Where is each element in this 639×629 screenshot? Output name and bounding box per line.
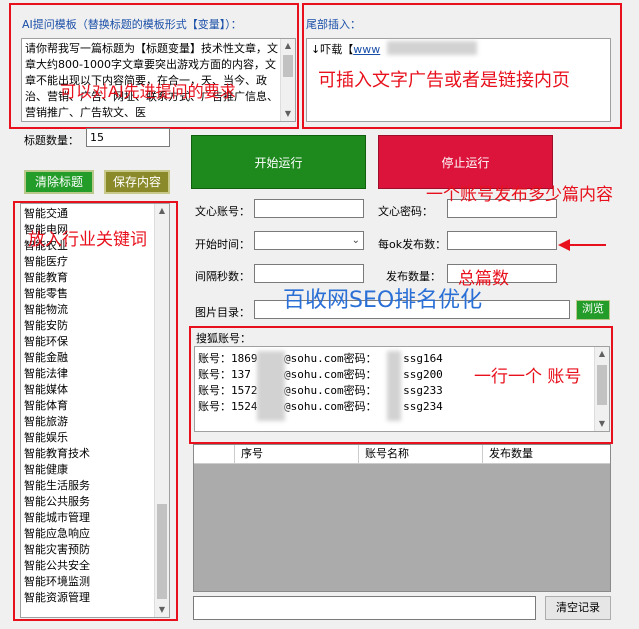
start-button-label: 开始运行 (254, 156, 303, 170)
title-count-label: 标题数量： (24, 134, 79, 147)
keywords-annotation-box (13, 201, 178, 621)
start-time-label: 开始时间： (195, 238, 250, 251)
clear-titles-button[interactable]: 清除标题 (24, 170, 94, 194)
per-account-label: 每ok发布数： (378, 238, 447, 251)
wenxin-account-label: 文心账号： (195, 205, 250, 218)
accounts-annotation-text: 一行一个 账号 (474, 367, 582, 387)
chevron-down-icon[interactable]: ⌄ (352, 232, 360, 249)
start-button[interactable]: 开始运行 (191, 135, 366, 189)
table-header-publish-count[interactable]: 发布数量 (483, 445, 610, 463)
log-input[interactable] (193, 596, 536, 620)
interval-label: 间隔秒数： (195, 270, 250, 283)
clear-records-button[interactable]: 清空记录 (545, 596, 611, 620)
keywords-annotation-text: 放入行业关键词 (28, 230, 147, 250)
title-count-input[interactable]: 15 (86, 128, 170, 147)
per-account-input[interactable] (447, 231, 557, 250)
start-time-select[interactable]: ⌄ (254, 231, 364, 250)
stop-button-label: 停止运行 (441, 156, 490, 170)
interval-input[interactable] (254, 264, 364, 283)
prompt-annotation-text: 可以对AI先进提问的要求 (60, 82, 236, 101)
table-header-index[interactable]: 序号 (235, 445, 359, 463)
table-header-corner (194, 445, 235, 463)
table-header: 序号 账号名称 发布数量 (194, 445, 610, 464)
prompt-annotation-box (9, 3, 299, 129)
footer-annotation-box (302, 3, 622, 129)
per-account-annotation-text: 一个账号发布多少篇内容 (426, 185, 613, 205)
image-dir-label: 图片目录： (195, 306, 250, 319)
arrow-left-icon (558, 238, 608, 252)
wenxin-password-label: 文心密码： (378, 205, 433, 218)
wenxin-account-input[interactable] (254, 199, 364, 218)
table-header-account-name[interactable]: 账号名称 (359, 445, 483, 463)
browse-button[interactable]: 浏览 (576, 300, 610, 320)
save-content-button[interactable]: 保存内容 (104, 170, 170, 194)
footer-annotation-text: 可插入文字广告或者是链接内页 (318, 70, 570, 91)
stop-button[interactable]: 停止运行 (378, 135, 553, 189)
results-table[interactable]: 序号 账号名称 发布数量 (193, 444, 611, 592)
title-count-value: 15 (90, 131, 104, 144)
watermark-text: 百收网SEO排名优化 (283, 288, 483, 313)
